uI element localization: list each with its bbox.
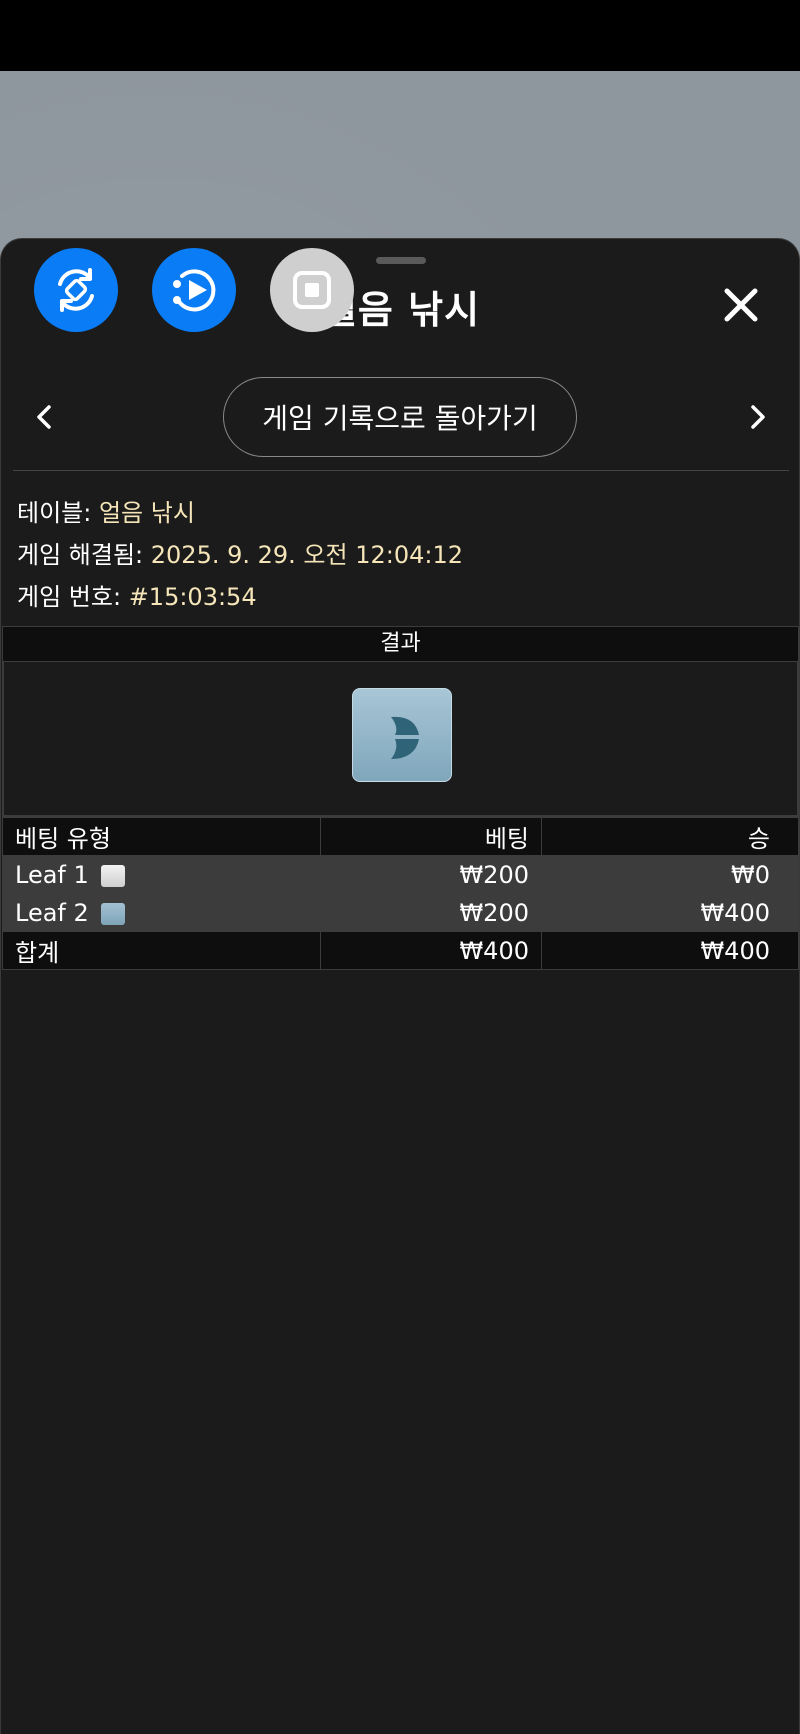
bet-amount-cell: ₩200 [320, 893, 542, 932]
bets-table: 베팅 유형 베팅 승 Leaf 1 ₩200 ₩0 Leaf 2 ₩200 ₩4… [2, 817, 799, 970]
game-number-label: 게임 번호: [17, 583, 122, 611]
table-row: Leaf 1 ₩200 ₩0 [2, 855, 799, 894]
bet-amount-cell: ₩200 [320, 855, 542, 894]
table-value: 얼음 낚시 [98, 499, 195, 527]
table-label: 테이블: [17, 499, 92, 527]
column-header-win: 승 [541, 817, 799, 856]
status-bar [0, 0, 800, 71]
resolved-label: 게임 해결됨: [17, 541, 144, 569]
total-win: ₩400 [541, 931, 799, 970]
drag-handle[interactable] [376, 257, 426, 264]
close-icon[interactable] [713, 277, 769, 333]
rotate-button[interactable] [34, 248, 118, 332]
result-box [2, 662, 799, 817]
win-amount-cell: ₩400 [541, 893, 799, 932]
chevron-right-icon[interactable] [739, 399, 775, 435]
table-row: Leaf 2 ₩200 ₩400 [2, 893, 799, 932]
page-title: 얼음 낚시 [321, 288, 481, 332]
total-bet: ₩400 [320, 931, 542, 970]
bet-type-label: Leaf 1 [15, 860, 89, 889]
leaf-result-tile [352, 688, 452, 782]
white-leaf-tile-icon [100, 864, 125, 887]
win-amount-cell: ₩0 [541, 855, 799, 894]
leaf-icon [391, 716, 419, 759]
bet-type-cell: Leaf 1 [2, 855, 321, 894]
total-label: 합계 [2, 931, 321, 970]
bet-type-label: Leaf 2 [15, 898, 89, 927]
resolved-info: 게임 해결됨: 2025. 9. 29. 오전 12:04:12 [17, 535, 463, 570]
results-section: 결과 베팅 유형 베팅 승 Leaf 1 ₩200 ₩0 Leaf 2 ₩200… [2, 626, 799, 970]
back-to-history-button[interactable]: 게임 기록으로 돌아가기 [223, 377, 577, 457]
chevron-left-icon[interactable] [27, 399, 63, 435]
replay-icon [173, 269, 216, 312]
stop-icon [293, 271, 331, 309]
game-number-value: #15:03:54 [128, 583, 257, 611]
resolved-value: 2025. 9. 29. 오전 12:04:12 [150, 541, 464, 569]
game-detail-sheet: 얼음 낚시 게임 기록으로 돌아가기 테이블: 얼음 낚시 게임 해결됨: 20… [0, 238, 800, 1734]
table-header-row: 베팅 유형 베팅 승 [2, 817, 799, 856]
bet-type-cell: Leaf 2 [2, 893, 321, 932]
table-info: 테이블: 얼음 낚시 [17, 493, 195, 528]
column-header-bet-type: 베팅 유형 [2, 817, 321, 856]
rotate-icon [58, 268, 94, 312]
column-header-bet: 베팅 [320, 817, 542, 856]
divider [13, 470, 789, 471]
total-row: 합계 ₩400 ₩400 [2, 931, 799, 970]
replay-button[interactable] [152, 248, 236, 332]
game-number-info: 게임 번호: #15:03:54 [17, 577, 257, 612]
stop-button[interactable] [270, 248, 354, 332]
result-header: 결과 [2, 626, 799, 662]
blue-leaf-tile-icon [100, 902, 125, 925]
